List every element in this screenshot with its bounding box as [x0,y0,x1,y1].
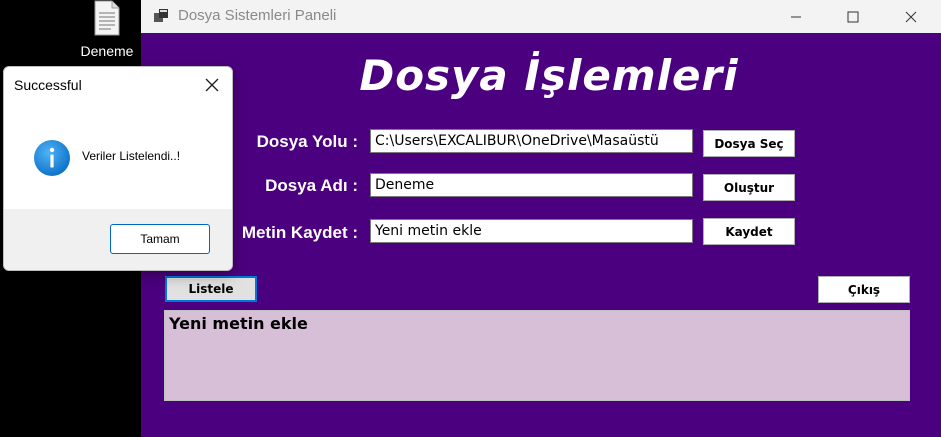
minimize-icon [791,16,801,17]
success-dialog: Successful Veriler Listelendi..! Tamam [3,66,233,271]
window-title: Dosya Sistemleri Paneli [178,7,337,24]
app-icon [154,9,168,22]
maximize-icon [847,11,859,22]
close-icon [905,11,917,22]
info-icon [34,140,70,176]
close-button[interactable] [882,0,940,33]
path-input[interactable]: C:\Users\EXCALIBUR\OneDrive\Masaüstü [370,129,693,153]
save-button[interactable]: Kaydet [703,218,795,245]
dialog-footer: Tamam [4,209,232,270]
output-textbox[interactable]: Yeni metin ekle [164,310,910,401]
dialog-close-icon[interactable] [202,75,222,95]
text-input[interactable]: Yeni metin ekle [370,219,693,243]
exit-button[interactable]: Çıkış [818,276,910,303]
filename-input[interactable]: Deneme [370,173,693,197]
desktop-icon-label: Deneme [80,43,134,59]
create-button[interactable]: Oluştur [703,174,795,201]
ok-button[interactable]: Tamam [110,224,210,254]
dialog-title: Successful [14,77,82,93]
page-title: Dosya İşlemleri [359,51,739,100]
maximize-button[interactable] [824,0,882,33]
text-file-icon [94,0,120,36]
dialog-message: Veriler Listelendi..! [82,149,181,163]
main-window: Dosya Sistemleri Paneli Dosya İşlemleri … [141,0,941,437]
minimize-button[interactable] [767,0,825,33]
title-bar[interactable]: Dosya Sistemleri Paneli [141,0,941,33]
form-client-area: Dosya İşlemleri Dosya Yolu : C:\Users\EX… [141,33,941,437]
select-file-button[interactable]: Dosya Seç [703,130,795,157]
desktop-file-deneme[interactable]: Deneme [72,0,142,62]
list-button[interactable]: Listele [165,276,257,302]
